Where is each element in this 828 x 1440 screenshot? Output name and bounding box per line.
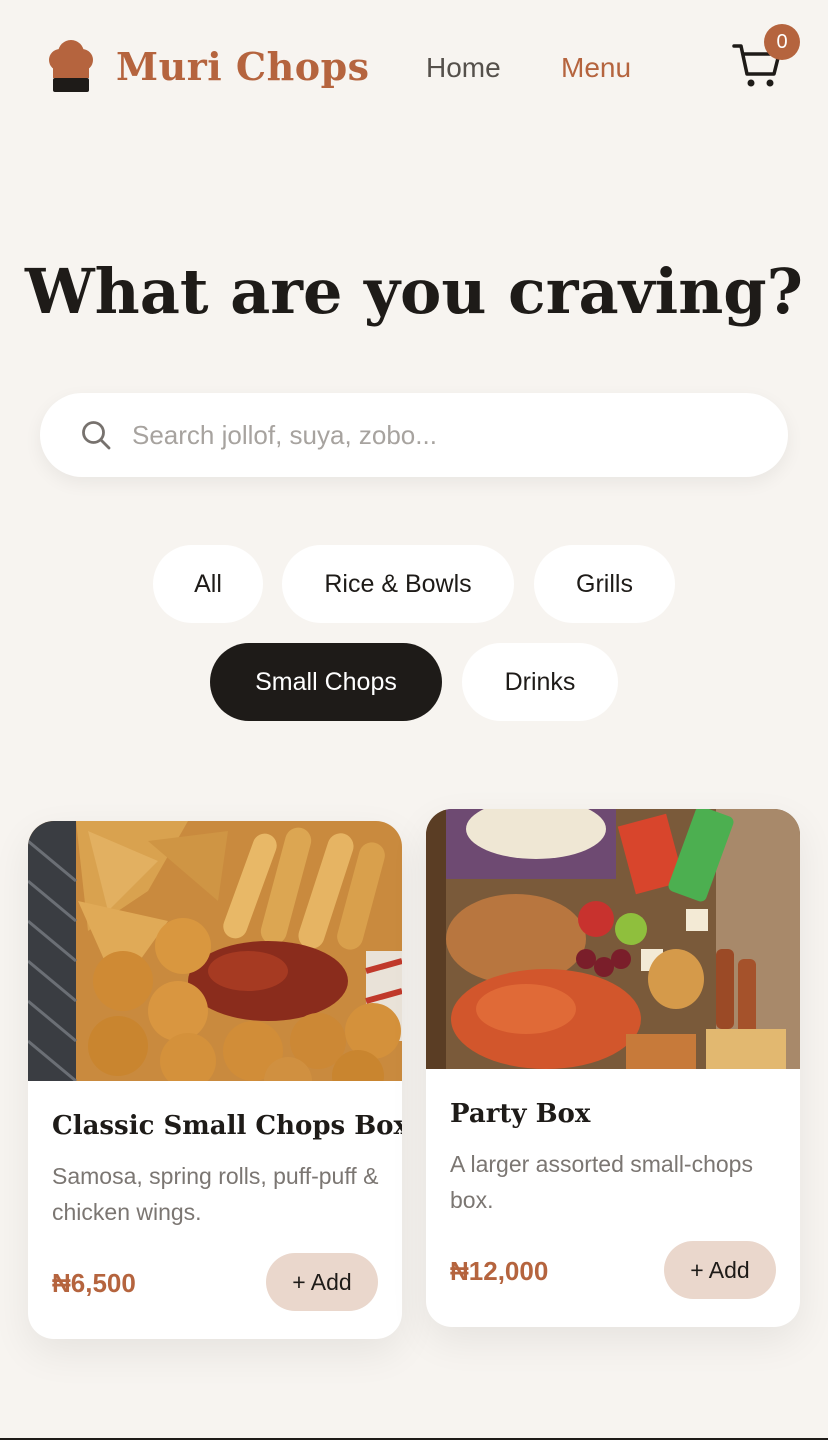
product-title: Classic Small Chops Box [52, 1111, 402, 1141]
product-description: A larger assorted small-chops box. [450, 1151, 753, 1213]
filter-chip-rice-bowls[interactable]: Rice & Bowls [282, 545, 514, 623]
product-price: ₦6,500 [52, 1268, 136, 1298]
brand-name[interactable]: Muri Chops [116, 44, 370, 89]
page-title: What are you craving? [25, 255, 803, 328]
filter-chip-all[interactable]: All [153, 545, 263, 623]
add-to-cart-button[interactable]: + Add [266, 1253, 378, 1311]
filter-chip-small-chops[interactable]: Small Chops [210, 643, 442, 721]
nav-menu-link[interactable]: Menu [561, 52, 631, 84]
chef-hat-logo-icon [49, 40, 93, 92]
small-chops-box-image [28, 821, 402, 1081]
nav-home-link[interactable]: Home [426, 52, 501, 84]
product-card[interactable]: Classic Small Chops Box Samosa, spring r… [28, 821, 402, 1339]
product-card[interactable]: Party Box A larger assorted small-chops … [426, 809, 800, 1327]
search-icon [82, 421, 111, 450]
cart-count-badge: 0 [764, 24, 800, 60]
site-header: Muri Chops Home Menu 0 [0, 0, 828, 140]
add-to-cart-button[interactable]: + Add [664, 1241, 776, 1299]
product-description: Samosa, spring rolls, puff-puff & chicke… [52, 1163, 379, 1225]
search-input[interactable] [132, 413, 752, 457]
product-price: ₦12,000 [450, 1256, 549, 1286]
search-bar[interactable] [40, 393, 788, 477]
filter-chip-drinks[interactable]: Drinks [462, 643, 618, 721]
filter-chip-grills[interactable]: Grills [534, 545, 675, 623]
product-title: Party Box [450, 1099, 591, 1129]
party-box-image [426, 809, 800, 1069]
